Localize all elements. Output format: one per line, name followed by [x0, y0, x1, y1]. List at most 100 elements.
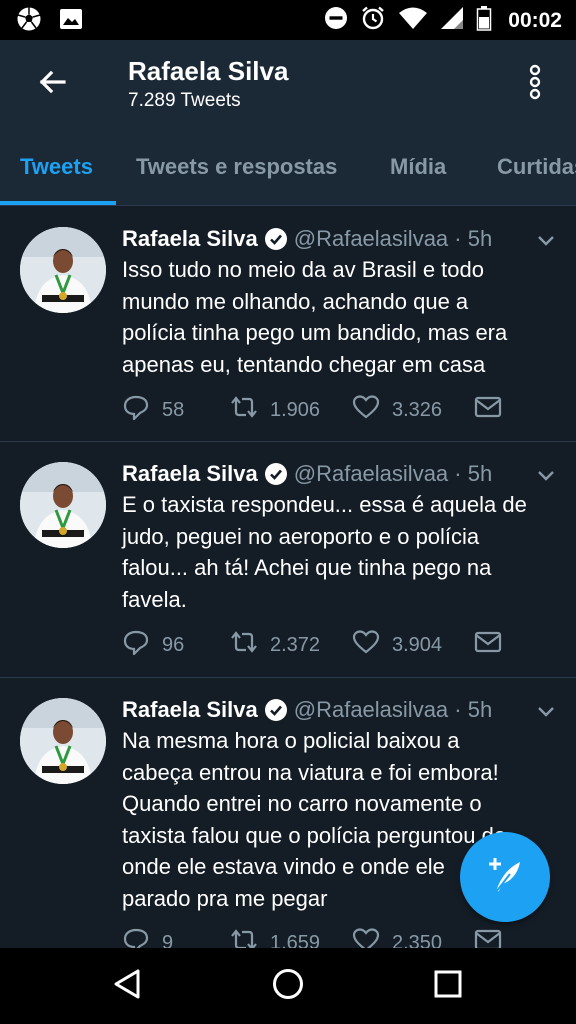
profile-tabs: Tweets Tweets e respostas Mídia Curtidas	[0, 128, 576, 206]
do-not-disturb-icon	[324, 6, 348, 35]
tab-tweets-and-replies[interactable]: Tweets e respostas	[136, 128, 337, 205]
tweet-count: 7.289 Tweets	[128, 90, 241, 111]
like-button[interactable]: 2.350	[352, 927, 474, 948]
retweet-count: 1.659	[270, 931, 321, 949]
square-recents-icon	[431, 967, 465, 1006]
reply-count: 9	[162, 931, 174, 949]
like-button[interactable]: 3.326	[352, 394, 474, 426]
retweet-button[interactable]: 2.372	[228, 629, 352, 661]
compose-tweet-button[interactable]	[460, 832, 550, 922]
clock-time: 00:02	[508, 8, 562, 32]
avatar[interactable]	[20, 227, 106, 313]
verified-badge-icon	[264, 227, 288, 251]
envelope-icon	[474, 631, 502, 659]
tweet-text-line: polícia tinha pego um bandido, mas era	[122, 320, 508, 345]
back-button[interactable]	[30, 62, 74, 106]
avatar[interactable]	[20, 698, 106, 784]
tweet-header: Rafaela Silva @Rafaelasilvaa · 5h	[122, 223, 492, 255]
author-name[interactable]: Rafaela Silva	[122, 226, 258, 252]
retweet-count: 1.906	[270, 398, 321, 421]
tweet-header: Rafaela Silva @Rafaelasilvaa · 5h	[122, 458, 492, 490]
more-vertical-icon	[528, 64, 542, 105]
tweet-actions: 58 1.906 3.326	[122, 395, 502, 425]
author-handle-time: @Rafaelasilvaa · 5h	[293, 226, 493, 251]
author-handle-time: @Rafaelasilvaa · 5h	[293, 461, 493, 486]
tweet-actions: 9 1.659 2.350	[122, 928, 502, 948]
back-arrow-icon	[36, 66, 68, 103]
author-name[interactable]: Rafaela Silva	[122, 461, 258, 487]
tweet-text: Isso tudo no meio da av Brasil e todo mu…	[122, 254, 552, 380]
profile-title-block: Rafaela Silva 7.289 Tweets	[128, 54, 288, 113]
tweet-text-line: Na mesma hora o policial baixou a	[122, 728, 460, 753]
signal-icon	[440, 6, 464, 35]
tweet-text: E o taxista respondeu... essa é aquela d…	[122, 489, 552, 615]
like-button[interactable]: 3.904	[352, 629, 474, 661]
direct-message-button[interactable]	[474, 631, 502, 659]
tweet-text-line: apenas eu, tentando chegar em casa	[122, 351, 486, 377]
chevron-down-icon[interactable]	[534, 699, 558, 723]
verified-badge-icon	[264, 698, 288, 722]
tweet-text-line: cabeça entrou na viatura e foi embora!	[122, 759, 499, 785]
envelope-icon	[474, 929, 502, 948]
circle-home-icon	[271, 967, 305, 1006]
alarm-icon	[360, 5, 386, 36]
heart-icon	[352, 394, 380, 426]
like-count: 3.904	[392, 633, 443, 656]
author-handle-time: @Rafaelasilvaa · 5h	[293, 697, 493, 722]
reply-count: 58	[162, 398, 185, 421]
tweet-text-line: judo, peguei no aeroporto e o polícia	[122, 523, 480, 549]
retweet-button[interactable]: 1.906	[228, 394, 352, 426]
heart-icon	[352, 629, 380, 661]
tweet-actions: 96 2.372 3.904	[122, 630, 502, 660]
chevron-down-icon[interactable]	[534, 228, 558, 252]
reply-icon	[122, 629, 150, 661]
envelope-icon	[474, 396, 502, 424]
heart-icon	[352, 927, 380, 948]
system-navigation-bar	[0, 948, 576, 1024]
profile-header: Rafaela Silva 7.289 Tweets	[0, 40, 576, 128]
status-bar: 00:02	[0, 0, 576, 40]
author-name[interactable]: Rafaela Silva	[122, 697, 258, 723]
battery-icon	[476, 5, 492, 36]
verified-badge-icon	[264, 462, 288, 486]
soccer-ball-icon	[16, 6, 42, 37]
like-count: 3.326	[392, 398, 443, 421]
retweet-icon	[228, 629, 260, 661]
nav-recents-button[interactable]	[424, 962, 472, 1010]
tweet-text-line: favela.	[122, 586, 187, 612]
retweet-icon	[228, 927, 260, 948]
profile-name: Rafaela Silva	[128, 56, 289, 86]
compose-feather-icon	[480, 850, 530, 905]
tweet-text-line: Quando entrei no carro novamente o	[122, 791, 482, 816]
wifi-icon	[398, 6, 428, 35]
tab-media[interactable]: Mídia	[390, 128, 446, 205]
image-icon	[58, 6, 84, 37]
tweet-header: Rafaela Silva @Rafaelasilvaa · 5h	[122, 694, 492, 726]
tab-tweets[interactable]: Tweets	[20, 128, 93, 205]
tab-likes[interactable]: Curtidas	[497, 128, 576, 205]
chevron-down-icon[interactable]	[534, 463, 558, 487]
tweet-item[interactable]: Rafaela Silva @Rafaelasilvaa · 5h Isso t…	[0, 206, 576, 442]
tweet-text-line: mundo me olhando, achando que a	[122, 288, 469, 314]
reply-icon	[122, 927, 150, 948]
reply-count: 96	[162, 633, 185, 656]
reply-button[interactable]: 96	[122, 629, 228, 661]
reply-button[interactable]: 58	[122, 394, 228, 426]
retweet-icon	[228, 394, 260, 426]
tweet-text-line: falou... ah tá! Achei que tinha pego na	[122, 555, 492, 580]
nav-back-button[interactable]	[104, 962, 152, 1010]
active-tab-indicator	[0, 201, 116, 205]
more-options-button[interactable]	[520, 64, 550, 104]
tweet-item[interactable]: Rafaela Silva @Rafaelasilvaa · 5h E o ta…	[0, 442, 576, 678]
tweet-text-line: Isso tudo no meio da av Brasil e todo	[122, 257, 484, 282]
reply-button[interactable]: 9	[122, 927, 228, 948]
direct-message-button[interactable]	[474, 396, 502, 424]
retweet-button[interactable]: 1.659	[228, 927, 352, 948]
triangle-back-icon	[111, 967, 145, 1006]
nav-home-button[interactable]	[264, 962, 312, 1010]
reply-icon	[122, 394, 150, 426]
retweet-count: 2.372	[270, 633, 321, 656]
direct-message-button[interactable]	[474, 929, 502, 948]
like-count: 2.350	[392, 931, 443, 949]
avatar[interactable]	[20, 462, 106, 548]
